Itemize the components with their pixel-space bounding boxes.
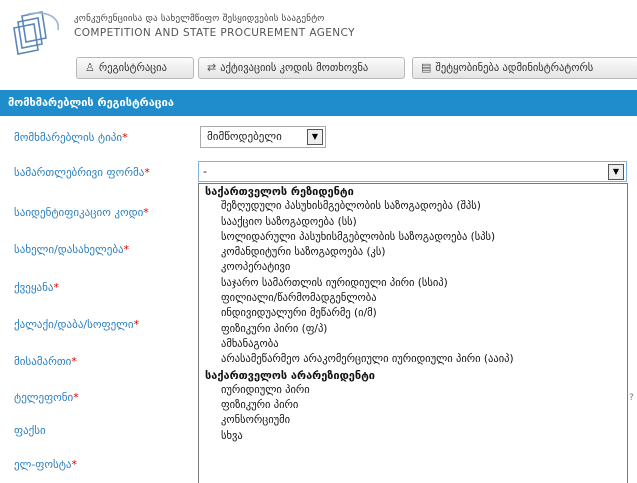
- dropdown-option[interactable]: ფიზიკური პირი (ფ/პ): [199, 322, 627, 337]
- required-marker: *: [73, 391, 79, 404]
- field-label-address: მისამართი*: [14, 355, 77, 368]
- required-marker: *: [133, 318, 140, 331]
- request-activation-code-label: აქტივაციის კოდის მოთხოვნა: [220, 62, 369, 74]
- exchange-arrows-icon: ⇄: [207, 61, 217, 74]
- required-marker: *: [53, 281, 59, 294]
- dropdown-option[interactable]: არასამეწარმეო არაკომერციული იურიდიული პი…: [199, 352, 627, 367]
- legal-form-select[interactable]: - ▼: [198, 161, 627, 182]
- field-label-text: სამართლებრივი ფორმა: [14, 166, 145, 179]
- field-label-text: ქალაქი/დაბა/სოფელი: [14, 318, 134, 331]
- message-icon: ▤: [421, 61, 432, 74]
- field-label-fax: ფაქსი: [14, 424, 46, 437]
- panel-title: მომხმარებლის რეგისტრაცია: [0, 90, 637, 116]
- user-icon: ♙: [85, 61, 95, 74]
- field-label-name: სახელი/დასახელება*: [14, 243, 129, 256]
- dropdown-option[interactable]: სააქციო საზოგადოება (სს): [199, 215, 627, 230]
- agency-name-georgian: კონკურენციისა და სახელმწიფო შესყიდვების …: [74, 14, 325, 24]
- dropdown-option[interactable]: სხვა: [199, 429, 627, 444]
- field-label-text: მისამართი: [14, 355, 72, 368]
- registration-button-label: რეგისტრაცია: [98, 62, 167, 74]
- dropdown-option[interactable]: იურიდიული პირი: [199, 383, 627, 398]
- field-label-text: მომხმარებლის ტიპი: [14, 131, 123, 144]
- field-label-text: საიდენტიფიკაციო კოდი: [14, 206, 144, 219]
- chevron-down-icon[interactable]: ▼: [608, 164, 624, 180]
- dropdown-option[interactable]: კოოპერატივი: [199, 260, 627, 275]
- message-admin-button[interactable]: ▤ შეტყობინება ადმინისტრატორს: [412, 57, 637, 79]
- dropdown-group-header: საქართველოს არარეზიდენტი: [205, 368, 376, 382]
- field-label-text: ფაქსი: [14, 424, 46, 437]
- message-admin-label: შეტყობინება ადმინისტრატორს: [435, 62, 594, 74]
- registration-button[interactable]: ♙ რეგისტრაცია: [76, 57, 194, 79]
- required-marker: *: [123, 243, 130, 256]
- dropdown-option[interactable]: შეზღუდული პასუხისმგებლობის საზოგადოება (…: [199, 199, 627, 214]
- field-label-text: ქვეყანა: [14, 281, 54, 294]
- user-type-select[interactable]: მიმწოდებელი ▼: [200, 126, 326, 148]
- required-marker: *: [71, 458, 78, 471]
- field-label-city: ქალაქი/დაბა/სოფელი*: [14, 318, 139, 331]
- dropdown-option[interactable]: საჯარო სამართლის იურიდიული პირი (სსიპ): [199, 276, 627, 291]
- dropdown-option[interactable]: ფიზიკური პირი: [199, 398, 627, 413]
- required-marker: *: [144, 166, 150, 179]
- dropdown-option[interactable]: ფილიალი/წარმომადგენლობა: [199, 291, 627, 306]
- required-marker: *: [71, 355, 77, 368]
- agency-logo: [13, 11, 59, 55]
- field-label-user-type: მომხმარებლის ტიპი*: [14, 131, 128, 144]
- dropdown-option[interactable]: კონსორციუმი: [199, 413, 627, 428]
- required-marker: *: [122, 131, 128, 144]
- legal-form-value: -: [203, 165, 207, 178]
- dropdown-option[interactable]: ინდივიდუალური მეწარმე (ი/მ): [199, 306, 627, 321]
- field-label-text: ელ-ფოსტა: [14, 458, 72, 471]
- dropdown-group-header: საქართველოს რეზიდენტი: [205, 185, 354, 198]
- dropdown-option[interactable]: სოლიდარული პასუხისმგებლობის საზოგადოება …: [199, 230, 627, 245]
- request-activation-code-button[interactable]: ⇄ აქტივაციის კოდის მოთხოვნა: [198, 57, 405, 79]
- field-label-email: ელ-ფოსტა*: [14, 458, 77, 471]
- legal-form-dropdown-list: საქართველოს რეზიდენტი შეზღუდული პასუხისმ…: [198, 183, 628, 483]
- agency-name-english: COMPETITION AND STATE PROCUREMENT AGENCY: [74, 27, 355, 39]
- required-marker: *: [143, 206, 149, 219]
- field-label-text: სახელი/დასახელება: [14, 243, 124, 256]
- dropdown-option[interactable]: ამხანაგობა: [199, 337, 627, 352]
- field-label-phone: ტელეფონი*: [14, 391, 79, 404]
- field-label-country: ქვეყანა*: [14, 281, 59, 294]
- dropdown-option[interactable]: კომანდიტური საზოგადოება (კს): [199, 245, 627, 260]
- chevron-down-icon[interactable]: ▼: [307, 129, 323, 145]
- field-label-legal-form: სამართლებრივი ფორმა*: [14, 166, 150, 179]
- field-label-text: ტელეფონი: [14, 391, 74, 404]
- help-icon[interactable]: ?: [629, 393, 634, 403]
- field-label-id-code: საიდენტიფიკაციო კოდი*: [14, 206, 149, 219]
- user-type-value: მიმწოდებელი: [207, 130, 282, 143]
